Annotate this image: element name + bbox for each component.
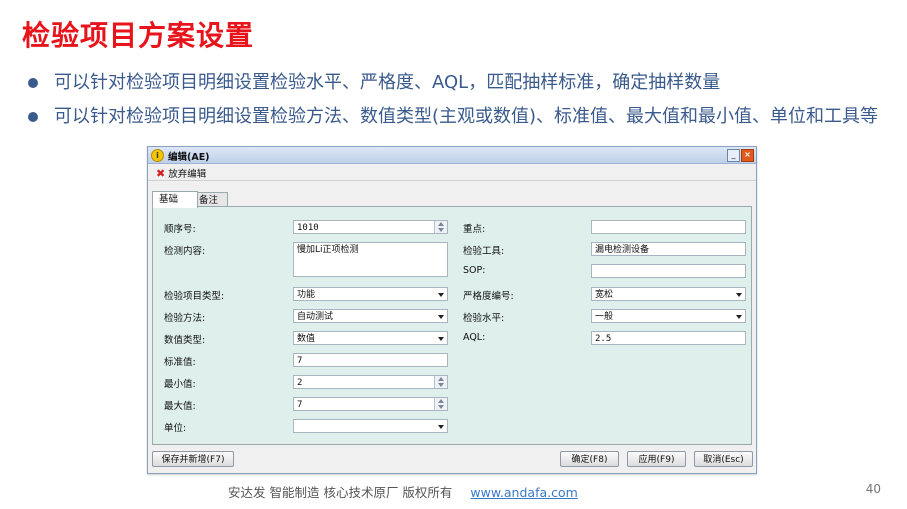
level-label: 检验水平: [463, 313, 505, 324]
value-type-value: 数值 [297, 334, 316, 344]
key-label: 重点: [463, 224, 486, 235]
bullet-text: 可以针对检验项目明细设置检验水平、严格度、AQL，匹配抽样标准，确定抽样数量 [54, 72, 721, 93]
dialog-titlebar[interactable]: i 编辑(AE) _ × [148, 147, 756, 164]
min-label: 最小值: [164, 379, 196, 390]
severity-value: 宽松 [595, 290, 614, 300]
chevron-down-icon [438, 293, 444, 297]
chevron-down-icon [736, 293, 742, 297]
min-spinner-icon[interactable] [434, 376, 447, 388]
tool-input[interactable]: 漏电检测设备 [591, 242, 746, 256]
close-button[interactable]: × [741, 149, 754, 162]
chevron-down-icon [736, 315, 742, 319]
max-value: 7 [297, 400, 303, 410]
red-x-icon: ✖ [156, 166, 166, 180]
item-type-select[interactable]: 功能 [293, 287, 448, 301]
std-input[interactable]: 7 [293, 353, 448, 367]
max-input[interactable]: 7 [293, 397, 448, 411]
method-select[interactable]: 自动测试 [293, 309, 448, 323]
max-label: 最大值: [164, 401, 196, 412]
cancel-button[interactable]: 取消(Esc) [694, 451, 753, 467]
bullet-dot-icon [28, 112, 38, 122]
bullet-item: 可以针对检验项目明细设置检验方法、数值类型(主观或数值)、标准值、最大值和最小值… [24, 102, 894, 132]
footer-text: 安达发 智能制造 核心技术原厂 版权所有 [228, 485, 453, 500]
abandon-edit-label: 放弃编辑 [168, 169, 207, 180]
content-label: 检测内容: [164, 246, 206, 257]
unit-select[interactable] [293, 419, 448, 433]
aql-label: AQL: [463, 332, 486, 343]
ok-button[interactable]: 确定(F8) [560, 451, 619, 467]
method-value: 自动测试 [297, 312, 334, 322]
level-select[interactable]: 一般 [591, 309, 746, 323]
max-spinner-icon[interactable] [434, 398, 447, 410]
value-type-label: 数值类型: [164, 335, 206, 346]
form-panel: 顺序号: 1010 检测内容: 慢加Li正项检测 检验项目类型: 功能 检验方法… [152, 206, 752, 445]
info-icon: i [151, 149, 164, 162]
aql-value: 2.5 [595, 334, 612, 344]
unit-label: 单位: [164, 423, 187, 434]
seq-spinner-icon[interactable] [434, 221, 447, 233]
std-value: 7 [297, 356, 303, 366]
tool-label: 检验工具: [463, 246, 505, 257]
min-input[interactable]: 2 [293, 375, 448, 389]
level-value: 一般 [595, 312, 614, 322]
sop-label: SOP: [463, 265, 486, 276]
minimize-button[interactable]: _ [727, 149, 740, 162]
bullet-item: 可以针对检验项目明细设置检验水平、严格度、AQL，匹配抽样标准，确定抽样数量 [24, 68, 894, 98]
item-type-label: 检验项目类型: [164, 291, 225, 302]
content-value: 慢加Li正项检测 [297, 245, 359, 255]
sop-input[interactable] [591, 264, 746, 278]
seq-label: 顺序号: [164, 224, 196, 235]
dialog-toolbar: ✖ 放弃编辑 [148, 164, 756, 181]
method-label: 检验方法: [164, 313, 206, 324]
bullet-dot-icon [28, 78, 38, 88]
value-type-select[interactable]: 数值 [293, 331, 448, 345]
tool-value: 漏电检测设备 [595, 245, 650, 255]
severity-label: 严格度编号: [463, 291, 514, 302]
item-type-value: 功能 [297, 290, 316, 300]
save-and-new-button[interactable]: 保存并新增(F7) [152, 451, 234, 467]
apply-button[interactable]: 应用(F9) [627, 451, 686, 467]
chevron-down-icon [438, 337, 444, 341]
key-input[interactable] [591, 220, 746, 234]
page-number: 40 [865, 482, 881, 496]
chevron-down-icon [438, 425, 444, 429]
severity-select[interactable]: 宽松 [591, 287, 746, 301]
min-value: 2 [297, 378, 303, 388]
content-textarea[interactable]: 慢加Li正项检测 [293, 242, 448, 277]
seq-input[interactable]: 1010 [293, 220, 448, 234]
edit-dialog: i 编辑(AE) _ × ✖ 放弃编辑 基础 备注 顺序号: 1010 检测内容… [147, 146, 757, 474]
tab-basic[interactable]: 基础 [152, 191, 198, 208]
bullet-text: 可以针对检验项目明细设置检验方法、数值类型(主观或数值)、标准值、最大值和最小值… [54, 106, 879, 127]
seq-value: 1010 [297, 223, 319, 233]
chevron-down-icon [438, 315, 444, 319]
footer: 安达发 智能制造 核心技术原厂 版权所有 www.andafa.com [228, 482, 578, 501]
slide-title: 检验项目方案设置 [22, 19, 255, 52]
dialog-title: 编辑(AE) [168, 152, 210, 163]
bullet-list: 可以针对检验项目明细设置检验水平、严格度、AQL，匹配抽样标准，确定抽样数量 可… [24, 68, 894, 132]
footer-link[interactable]: www.andafa.com [470, 485, 577, 500]
abandon-edit-button[interactable]: ✖ 放弃编辑 [156, 166, 207, 181]
std-label: 标准值: [164, 357, 196, 368]
aql-input[interactable]: 2.5 [591, 331, 746, 345]
